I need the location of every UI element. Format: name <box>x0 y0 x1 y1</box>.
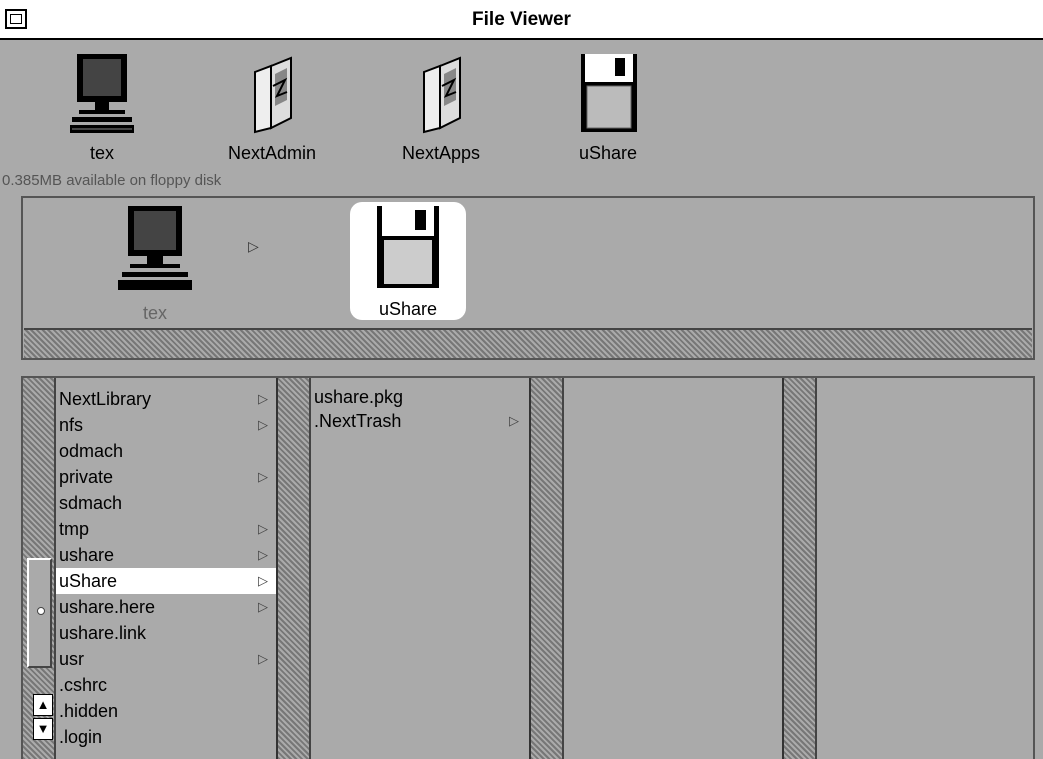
shelf-label: uShare <box>578 143 638 163</box>
arrow-icon: ▷ <box>509 413 519 428</box>
column3-list <box>564 378 782 759</box>
path-item-tex[interactable]: tex <box>100 204 210 324</box>
list-item[interactable]: ushare.link <box>56 620 276 646</box>
column4-list <box>817 378 1033 759</box>
shelf-label: NextApps <box>401 143 481 163</box>
shelf-label: NextAdmin <box>227 143 317 163</box>
arrow-down-icon: ▼ <box>36 721 50 736</box>
path-item-ushare[interactable]: uShare <box>353 204 463 320</box>
path-arrow-icon: ▷ <box>248 238 259 254</box>
disk-info-text: 0.385MB available on floppy disk <box>2 172 222 189</box>
arrow-icon: ▷ <box>258 573 268 588</box>
window-title: File Viewer <box>472 9 571 30</box>
arrow-icon: ▷ <box>258 417 268 432</box>
arrow-icon: ▷ <box>258 599 268 614</box>
path-horizontal-scrollbar[interactable] <box>24 328 1032 358</box>
list-item[interactable]: ushare ▷ <box>56 542 276 568</box>
column4-scrollbar[interactable] <box>784 378 817 759</box>
floppy-disk-icon <box>377 206 439 288</box>
column2-list: ushare.pkg .NextTrash ▷ <box>311 384 529 759</box>
list-item[interactable]: tmp ▷ <box>56 516 276 542</box>
floppy-disk-icon <box>581 54 637 132</box>
path-label: tex <box>142 303 167 323</box>
arrow-icon: ▷ <box>258 391 268 406</box>
shelf-item-tex[interactable]: tex <box>47 52 157 164</box>
list-item-selected[interactable]: uShare ▷ <box>56 568 276 594</box>
arrow-icon: ▷ <box>258 521 268 536</box>
folder-book-icon <box>254 56 292 134</box>
computer-icon <box>118 206 192 290</box>
list-item[interactable]: ushare.here ▷ <box>56 594 276 620</box>
shelf-label: tex <box>89 143 114 163</box>
folder-book-icon <box>423 56 461 134</box>
arrow-icon: ▷ <box>258 547 268 562</box>
list-item[interactable]: .hidden <box>56 698 276 724</box>
arrow-up-icon: ▲ <box>36 697 50 712</box>
path-label: uShare <box>378 299 438 319</box>
list-item[interactable]: nfs ▷ <box>56 412 276 438</box>
column3-scrollbar[interactable] <box>531 378 564 759</box>
list-item[interactable]: .NextTrash ▷ <box>311 408 529 434</box>
list-item[interactable]: private ▷ <box>56 464 276 490</box>
column1-list: NextLibrary ▷ nfs ▷ odmach private ▷ sdmach… <box>56 386 276 759</box>
column2-scrollbar[interactable] <box>278 378 311 759</box>
scroll-up-button[interactable]: ▲ <box>33 694 53 716</box>
shelf-item-nextadmin[interactable]: NextAdmin <box>217 52 327 164</box>
list-item[interactable]: usr ▷ <box>56 646 276 672</box>
list-item[interactable]: ushare.pkg <box>311 384 529 410</box>
list-item[interactable]: NextLibrary ▷ <box>56 386 276 412</box>
computer-icon <box>70 54 134 133</box>
arrow-icon: ▷ <box>258 651 268 666</box>
list-item[interactable]: .cshrc <box>56 672 276 698</box>
column1-scroll-knob[interactable] <box>27 558 52 668</box>
list-item[interactable]: odmach <box>56 438 276 464</box>
shelf-item-nextapps[interactable]: NextApps <box>386 52 496 164</box>
list-item[interactable]: sdmach <box>56 490 276 516</box>
shelf-item-ushare[interactable]: uShare <box>553 52 663 164</box>
list-item[interactable]: .login <box>56 724 276 750</box>
arrow-icon: ▷ <box>258 469 268 484</box>
scroll-down-button[interactable]: ▼ <box>33 718 53 740</box>
